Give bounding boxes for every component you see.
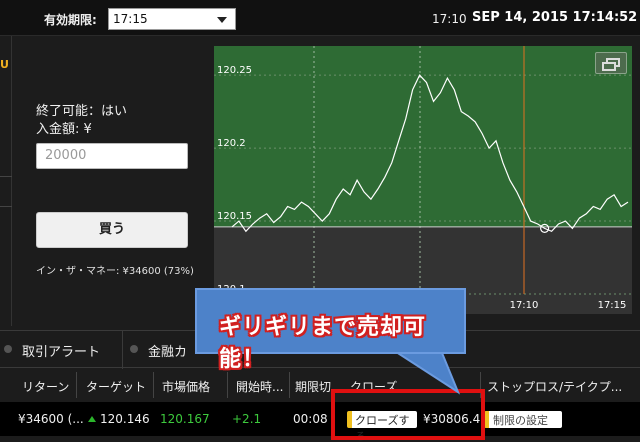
col-return[interactable]: リターン: [22, 378, 69, 395]
tab-bullet-icon: [130, 345, 138, 353]
clock-datetime: SEP 14, 2015 17:14:52: [472, 10, 638, 25]
amount-input[interactable]: 20000: [36, 143, 188, 169]
col-target[interactable]: ターゲット: [86, 378, 146, 395]
end-status-text: 終了可能：はい: [36, 104, 128, 119]
edge-divider: [0, 176, 12, 177]
col-market-price[interactable]: 市場価格: [162, 378, 210, 395]
x-tick-label: 17:15: [598, 300, 627, 311]
column-divider: [227, 372, 228, 398]
left-edge-panel: U: [0, 36, 12, 326]
expiry-select[interactable]: 17:15: [108, 8, 236, 30]
cell-change: +2.1: [232, 412, 262, 426]
clock-small: 17:10: [432, 12, 467, 26]
chart-area-above-strike: [214, 46, 632, 227]
cell-target: 120.146: [100, 412, 150, 426]
annotation-callout: ギリギリまで売却可能！: [195, 288, 466, 372]
top-bar: 有効期限: 17:15 17:10 SEP 14, 2015 17:14:52: [0, 0, 640, 36]
tab-divider: [122, 331, 123, 369]
y-tick-label: 120.15: [217, 211, 252, 222]
y-tick-label: 120.25: [217, 65, 252, 76]
table-header: リターン ターゲット 市場価格 開始時... 期限切 クローズ ストップロス/テ…: [0, 370, 640, 400]
column-divider: [289, 372, 290, 398]
expiry-label: 有効期限:: [44, 13, 97, 27]
cell-expiry: 00:08: [293, 412, 328, 426]
x-tick-label: 17:10: [510, 300, 539, 311]
col-stoploss[interactable]: ストップロス/テイクプ...: [487, 378, 622, 395]
column-divider: [76, 372, 77, 398]
cell-return: ¥34600 (...: [18, 412, 84, 426]
table-row[interactable]: ¥34600 (... 120.146 120.167 +2.1 00:08 ク…: [0, 402, 640, 442]
buy-button[interactable]: 買う: [36, 212, 188, 248]
chevron-down-icon: [217, 17, 227, 23]
highlight-box: [331, 389, 485, 440]
col-expiry[interactable]: 期限切: [295, 378, 331, 395]
popout-window-icon[interactable]: [595, 52, 627, 74]
deposit-label: 入金額: ¥: [36, 122, 92, 137]
tab-bullet-icon: [4, 345, 12, 353]
y-tick-label: 120.2: [217, 138, 246, 149]
in-the-money-text: イン・ザ・マネー: ¥34600 (73%): [36, 266, 194, 277]
callout-text: ギリギリまで売却可能！: [219, 315, 427, 372]
price-chart: 120.25120.2120.15120.117:1017:15: [214, 46, 632, 314]
arrow-up-icon: [88, 416, 96, 422]
column-divider: [153, 372, 154, 398]
expiry-select-value: 17:15: [113, 12, 148, 26]
price-chart-svg: 120.25120.2120.15120.117:1017:15: [214, 46, 632, 314]
edge-divider: [0, 206, 12, 207]
tab-financial[interactable]: 金融カ: [148, 341, 187, 360]
tab-trade-alerts[interactable]: 取引アラート: [22, 341, 100, 360]
set-limit-button[interactable]: 制限の設定: [484, 411, 562, 428]
edge-mark: U: [0, 58, 9, 71]
col-start-time[interactable]: 開始時...: [236, 378, 283, 395]
window-front-shape: [602, 62, 616, 71]
cell-market-price: 120.167: [160, 412, 210, 426]
